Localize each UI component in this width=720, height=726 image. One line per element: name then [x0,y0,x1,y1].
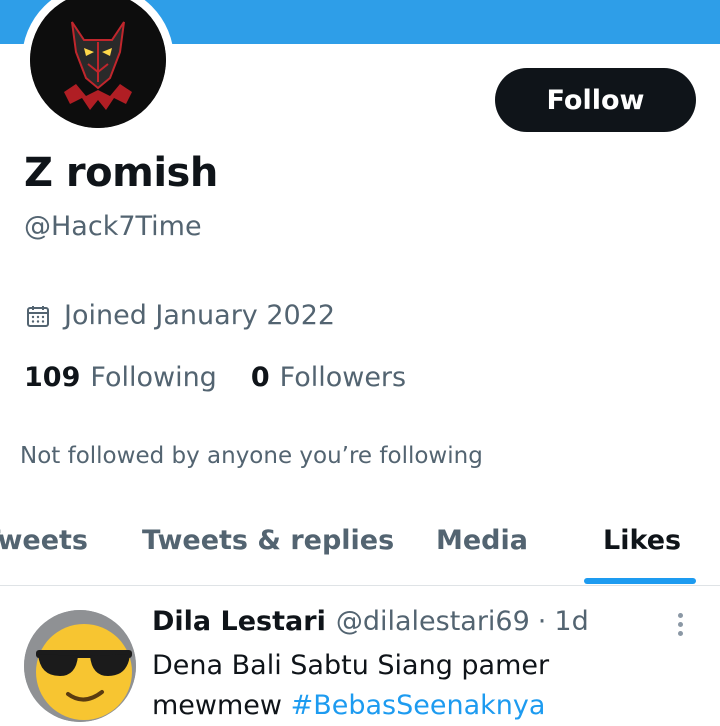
tweet-time[interactable]: 1d [554,606,588,637]
tweet-author-handle[interactable]: @dilalestari69 [336,606,530,637]
followers-link[interactable]: 0 Followers [251,362,406,393]
tweet-text: Dena Bali Sabtu Siang pamer mewmew #Beba… [152,646,652,726]
sunglasses-emoji-image [24,610,136,722]
tweet-author-name[interactable]: Dila Lestari [152,606,326,637]
tweet-author-avatar[interactable] [24,610,136,722]
calendar-icon [27,305,49,327]
tweet-text-line-1: Dena Bali Sabtu Siang pamer [152,650,550,681]
tweet-hashtag[interactable]: #BebasSeenaknya [291,690,546,721]
tweet-text-line-2: mewmew #BebasSeenaknya [152,686,652,726]
followers-count: 0 [250,362,270,393]
profile-display-name: Z romish [24,150,218,196]
joined-date: Joined January 2022 [24,300,335,331]
profile-handle: @Hack7Time [24,211,202,242]
tab-tweets[interactable]: Tweets [0,525,88,556]
tweet-meta-separator: · [537,606,547,637]
followers-label: Followers [279,362,407,393]
tab-likes[interactable]: Likes [603,525,681,556]
profile-tabs: Tweets Tweets & replies Media Likes [0,505,720,586]
following-link[interactable]: 109 Following [24,362,217,393]
follow-button[interactable]: Follow [495,68,696,132]
tab-media[interactable]: Media [436,525,528,556]
active-tab-indicator [584,578,696,584]
tweet-text-word: mewmew [152,690,282,721]
more-vertical-icon[interactable] [668,606,692,642]
following-label: Following [90,362,217,393]
joined-text: Joined January 2022 [64,300,336,331]
tweet-header: Dila Lestari @dilalestari69 · 1d [152,606,589,637]
tab-tweets-replies[interactable]: Tweets & replies [142,525,394,556]
following-count: 109 [24,362,81,393]
not-followed-notice: Not followed by anyone you’re following [20,443,483,469]
follow-stats: 109 Following 0 Followers [24,362,440,393]
